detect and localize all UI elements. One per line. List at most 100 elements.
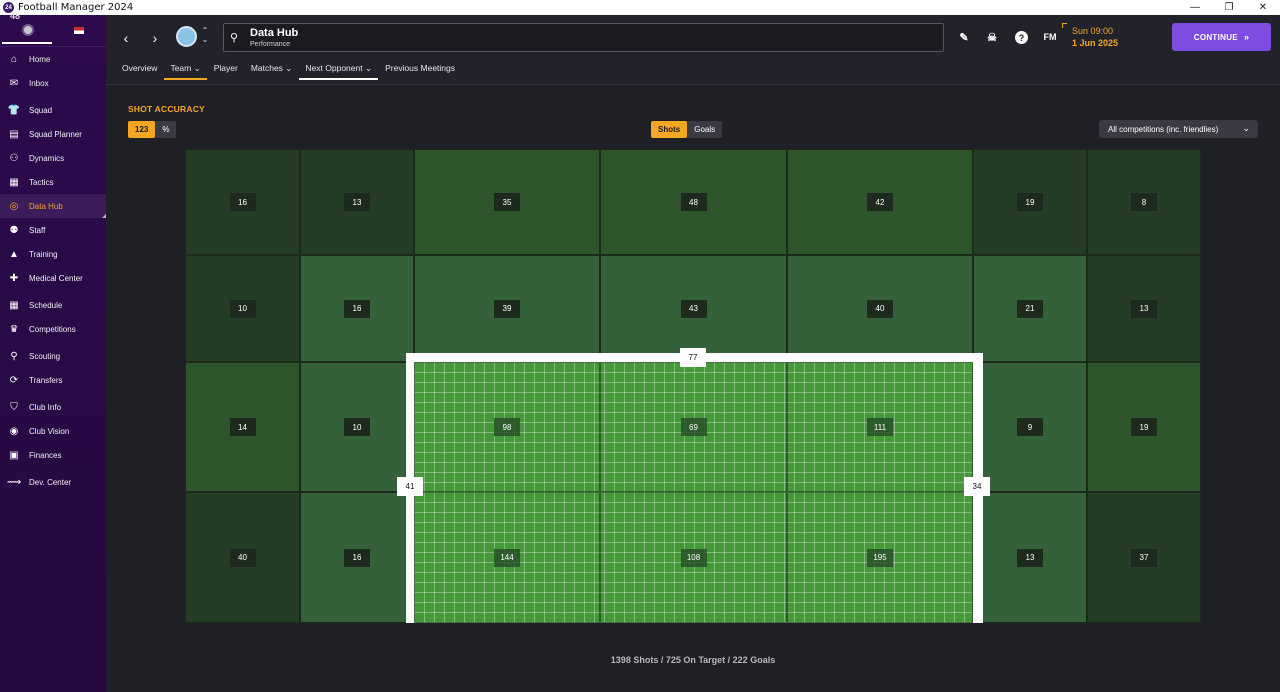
zone-cell[interactable]: 40 [185,492,300,623]
club-switch-icon[interactable]: ⌃ ⌄ [200,26,210,44]
zone-cell[interactable]: 19 [1087,362,1201,492]
continue-button[interactable]: CONTINUE » [1172,23,1271,51]
forward-arrow-icon[interactable]: › [144,27,166,49]
goal-zone-cell[interactable]: 98 [414,362,600,492]
shot-summary: 1398 Shots / 725 On Target / 222 Goals [610,655,776,665]
tactics-icon: ▦ [9,176,19,188]
count-toggle-option[interactable]: 123 [128,121,156,138]
zone-cell[interactable]: 48 [600,149,787,255]
sidebar-item-medical-center[interactable]: ✚ Medical Center [0,266,106,290]
header: ‹ › ⌃ ⌄ ⚲ Data Hub Performance ✎ ☠ ? FM S… [106,15,1280,85]
sidebar-profile[interactable]: 48 [0,11,106,47]
zone-cell[interactable]: 16 [185,149,300,255]
crossbar-value[interactable]: 77 [680,348,706,367]
tab-next-opponent[interactable]: Next Opponent ⌄ [299,61,378,80]
profile-underline [2,42,52,44]
zone-cell[interactable]: 13 [1087,255,1201,362]
manager-badge-icon[interactable] [22,24,34,36]
tab-team[interactable]: Team ⌄ [164,61,208,80]
sidebar-item-squad-planner[interactable]: ▤ Squad Planner [0,122,106,146]
club-crest-icon[interactable] [176,26,197,47]
goal-zone-cell[interactable]: 108 [600,492,787,623]
goal-zone-value: 108 [680,548,707,567]
page-subtitle: Performance [250,41,291,48]
tab-matches[interactable]: Matches ⌄ [245,61,299,80]
minimize-button[interactable]: — [1178,0,1212,15]
shot-accuracy-grid: 16 13 35 48 42 19 8 10 16 39 43 40 21 13 14 10 9 19 40 16 13… [185,149,1201,623]
competition-filter-dropdown[interactable]: All competitions (inc. friendlies) ⌄ [1099,120,1258,138]
game-day: 1 Jun 2025 [1072,38,1119,48]
sidebar-item-label: Medical Center [29,273,83,283]
sidebar-item-club-info[interactable]: ⛉ Club Info [0,395,106,419]
zone-cell[interactable]: 14 [185,362,300,492]
sidebar-item-data-hub[interactable]: ◎ Data Hub [0,194,106,218]
skull-icon[interactable]: ☠ [984,29,1000,45]
fm-menu-icon[interactable]: FM [1042,29,1058,45]
sidebar-item-squad[interactable]: 👕 Squad [0,98,106,122]
game-time: Sun 09:00 [1072,26,1114,36]
sidebar-item-tactics[interactable]: ▦ Tactics [0,170,106,194]
zone-cell[interactable]: 43 [600,255,787,362]
data-hub-icon: ◎ [9,200,19,212]
sidebar-item-home[interactable]: ⌂ Home [0,47,106,71]
zone-value: 14 [229,418,256,436]
zone-cell[interactable]: 37 [1087,492,1201,623]
sidebar-item-training[interactable]: ▲ Training [0,242,106,266]
goal-zone-cell[interactable]: 111 [787,362,973,492]
edit-icon[interactable]: ✎ [956,29,972,45]
zone-value: 35 [494,193,520,211]
zone-cell[interactable]: 10 [185,255,300,362]
sidebar-nav: ⌂ Home ✉ Inbox 👕 Squad ▤ Squad Planner ⚇ Dynamics… [0,47,106,494]
zone-cell[interactable]: 16 [300,255,414,362]
sidebar-item-schedule[interactable]: ▦ Schedule [0,293,106,317]
sidebar-item-competitions[interactable]: ♛ Competitions [0,317,106,341]
close-button[interactable]: ✕ [1246,0,1280,15]
help-icon[interactable]: ? [1015,31,1028,44]
left-post-value[interactable]: 41 [397,477,423,496]
search-icon: ⚲ [230,32,239,44]
sidebar-item-club-vision[interactable]: ◉ Club Vision [0,419,106,443]
right-post-value[interactable]: 34 [964,477,990,496]
sidebar-item-finances[interactable]: ▣ Finances [0,443,106,467]
zone-value: 37 [1131,548,1157,567]
tab-player[interactable]: Player [208,61,244,80]
value-format-toggle: 123 % [128,121,177,138]
zone-cell[interactable]: 16 [300,492,414,623]
shots-toggle-option[interactable]: Shots [651,121,688,138]
sidebar-item-dev-center[interactable]: ⟿ Dev. Center [0,470,106,494]
sidebar-item-transfers[interactable]: ⟳ Transfers [0,368,106,392]
percent-toggle-option[interactable]: % [155,121,176,138]
continue-label: CONTINUE [1193,32,1238,42]
goals-toggle-option[interactable]: Goals [687,121,722,138]
tab-overview[interactable]: Overview [116,61,163,80]
zone-cell[interactable]: 13 [973,492,1087,623]
sidebar-item-staff[interactable]: ⚉ Staff [0,218,106,242]
dynamics-icon: ⚇ [9,152,19,164]
zone-cell[interactable]: 9 [973,362,1087,492]
game-date[interactable]: Sun 09:00 1 Jun 2025 [1062,23,1119,49]
zone-cell[interactable]: 10 [300,362,414,492]
zone-cell[interactable]: 21 [973,255,1087,362]
sidebar-item-scouting[interactable]: ⚲ Scouting [0,344,106,368]
zone-cell[interactable]: 35 [414,149,600,255]
zone-cell[interactable]: 19 [973,149,1087,255]
window-titlebar: 24 Football Manager 2024 — ❐ ✕ [0,0,1280,15]
search-bar[interactable]: ⚲ Data Hub Performance [223,23,944,52]
goal-zone-cell[interactable]: 195 [787,492,973,623]
restore-button[interactable]: ❐ [1212,0,1246,15]
back-arrow-icon[interactable]: ‹ [115,27,137,49]
date-corner-mark [1062,23,1067,28]
goal-zone-cell[interactable]: 69 [600,362,787,492]
zone-cell[interactable]: 13 [300,149,414,255]
zone-cell[interactable]: 42 [787,149,973,255]
tab-previous-meetings[interactable]: Previous Meetings [379,61,461,80]
zone-cell[interactable]: 40 [787,255,973,362]
sidebar-item-dynamics[interactable]: ⚇ Dynamics [0,146,106,170]
zone-cell[interactable]: 39 [414,255,600,362]
sidebar-item-inbox[interactable]: ✉ Inbox [0,71,106,95]
zone-value: 13 [1017,548,1043,567]
zone-cell[interactable]: 8 [1087,149,1201,255]
goal-zone-cell[interactable]: 144 [414,492,600,623]
zone-value: 10 [344,418,370,436]
goal-zone-value: 111 [867,418,893,436]
